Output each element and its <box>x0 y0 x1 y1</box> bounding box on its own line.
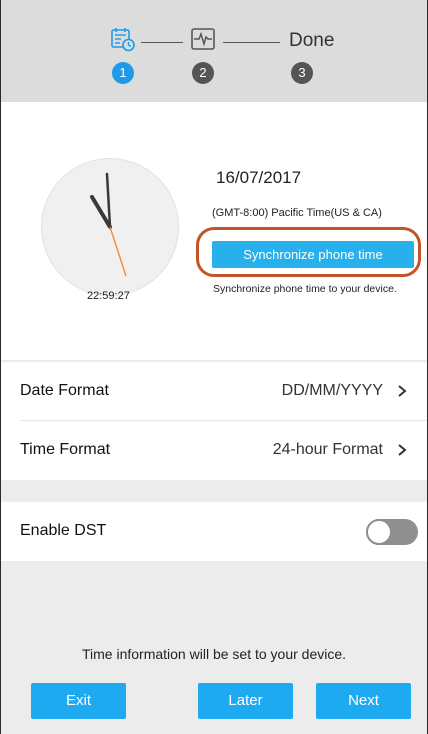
second-hand <box>109 226 127 277</box>
time-format-row[interactable]: Time Format 24-hour Format <box>1 421 427 480</box>
enable-dst-row: Enable DST <box>1 502 427 561</box>
step-done-label: Done <box>289 30 335 51</box>
enable-dst-label: Enable DST <box>20 522 107 539</box>
step-3-badge: 3 <box>291 62 313 84</box>
time-setup-screen: Done 1 2 3 22:59:27 16/07/2017 (GMT-8:00… <box>1 0 427 734</box>
next-button[interactable]: Next <box>316 683 411 719</box>
later-button[interactable]: Later <box>198 683 293 719</box>
step-1-badge: 1 <box>112 62 134 84</box>
toggle-knob <box>366 519 392 545</box>
date-format-row[interactable]: Date Format DD/MM/YYYY <box>1 362 427 421</box>
clock-digital-time: 22:59:27 <box>87 290 130 302</box>
timezone-label: (GMT-8:00) Pacific Time(US & CA) <box>212 207 382 219</box>
time-format-value: 24-hour Format <box>272 441 383 458</box>
footer-note: Time information will be set to your dev… <box>81 646 347 662</box>
calendar-clock-icon <box>111 28 135 52</box>
format-settings-group: Date Format DD/MM/YYYY Time Format 24-ho… <box>1 362 427 480</box>
dst-settings-group: Enable DST <box>1 502 427 561</box>
time-sync-card: 22:59:27 16/07/2017 (GMT-8:00) Pacific T… <box>1 102 427 360</box>
current-date: 16/07/2017 <box>216 168 302 187</box>
hour-hand <box>90 195 112 229</box>
date-format-value: DD/MM/YYYY <box>281 382 383 399</box>
exit-button[interactable]: Exit <box>31 683 126 719</box>
enable-dst-toggle[interactable] <box>366 519 418 545</box>
time-format-label: Time Format <box>20 441 111 458</box>
synchronize-phone-time-button[interactable]: Synchronize phone time <box>212 241 414 268</box>
step-connector <box>141 42 183 43</box>
sync-hint-text: Synchronize phone time to your device. <box>213 283 397 295</box>
heartbeat-monitor-icon <box>191 28 215 50</box>
chevron-right-icon <box>398 385 407 397</box>
chevron-right-icon <box>398 444 407 456</box>
setup-stepper: Done 1 2 3 <box>1 0 427 102</box>
clock-hands <box>90 172 127 277</box>
date-format-label: Date Format <box>20 382 109 399</box>
step-connector <box>223 42 280 43</box>
analog-clock <box>41 158 179 296</box>
step-2-badge: 2 <box>192 62 214 84</box>
